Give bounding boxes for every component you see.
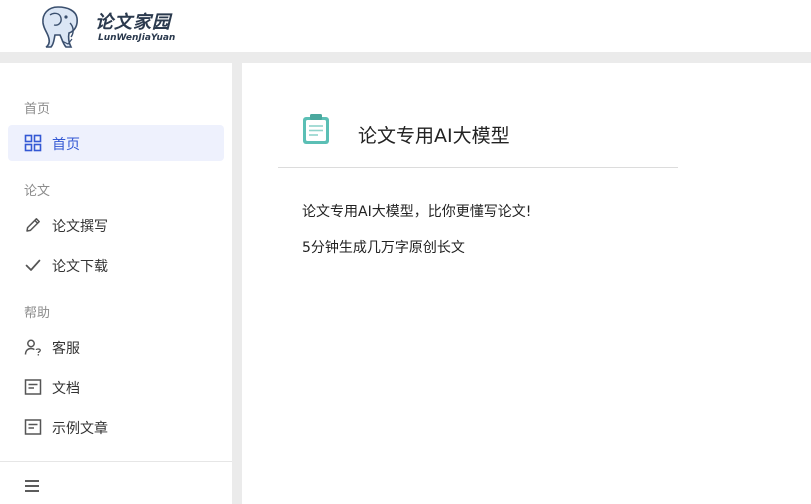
elephant-logo-icon[interactable]: [36, 3, 82, 49]
clipboard-icon: [303, 114, 329, 144]
sidebar-item-customer-service[interactable]: 客服: [8, 329, 224, 365]
sidebar-item-label: 论文下载: [52, 259, 108, 275]
hamburger-menu-icon[interactable]: [22, 477, 42, 495]
sidebar-item-thesis-write[interactable]: 论文撰写: [8, 207, 224, 243]
main-content: 论文专用AI大模型 论文专用AI大模型，比你更懂写论文! 5分钟生成几万字原创长…: [242, 63, 811, 504]
group-label-help: 帮助: [24, 306, 51, 321]
sidebar-item-docs[interactable]: 文档: [8, 369, 224, 405]
card-title: 论文专用AI大模型: [358, 125, 510, 147]
top-header: 论文家园 LunWenJiaYuan: [0, 0, 811, 52]
group-label-home: 首页: [24, 102, 51, 117]
brand-subtitle: LunWenJiaYuan: [98, 33, 176, 43]
grid-icon: [24, 134, 42, 152]
sidebar-item-home[interactable]: 首页: [8, 125, 224, 161]
sidebar-divider: [0, 461, 232, 462]
sidebar-item-sample-articles[interactable]: 示例文章: [8, 409, 224, 445]
sidebar-item-label: 文档: [52, 381, 80, 397]
sidebar-item-label: 示例文章: [52, 421, 108, 437]
description-line: 论文专用AI大模型，比你更懂写论文!: [302, 204, 532, 220]
user-help-icon: [24, 339, 41, 356]
sidebar-item-label: 首页: [52, 137, 80, 153]
document-icon: [24, 419, 42, 435]
pencil-icon: [26, 218, 40, 232]
description-line: 5分钟生成几万字原创长文: [302, 240, 465, 256]
sidebar-item-label: 客服: [52, 341, 80, 357]
sidebar-item-label: 论文撰写: [52, 219, 108, 235]
sidebar: 首页 首页 论文 论文撰写 论文下载 帮助 客服 文档 示例文章: [0, 63, 232, 504]
sidebar-item-thesis-download[interactable]: 论文下载: [8, 247, 224, 283]
brand-title: 论文家园: [95, 12, 171, 33]
group-label-thesis: 论文: [24, 184, 51, 199]
checkmark-icon: [25, 259, 41, 271]
document-icon: [24, 379, 42, 395]
card-divider: [278, 167, 678, 168]
